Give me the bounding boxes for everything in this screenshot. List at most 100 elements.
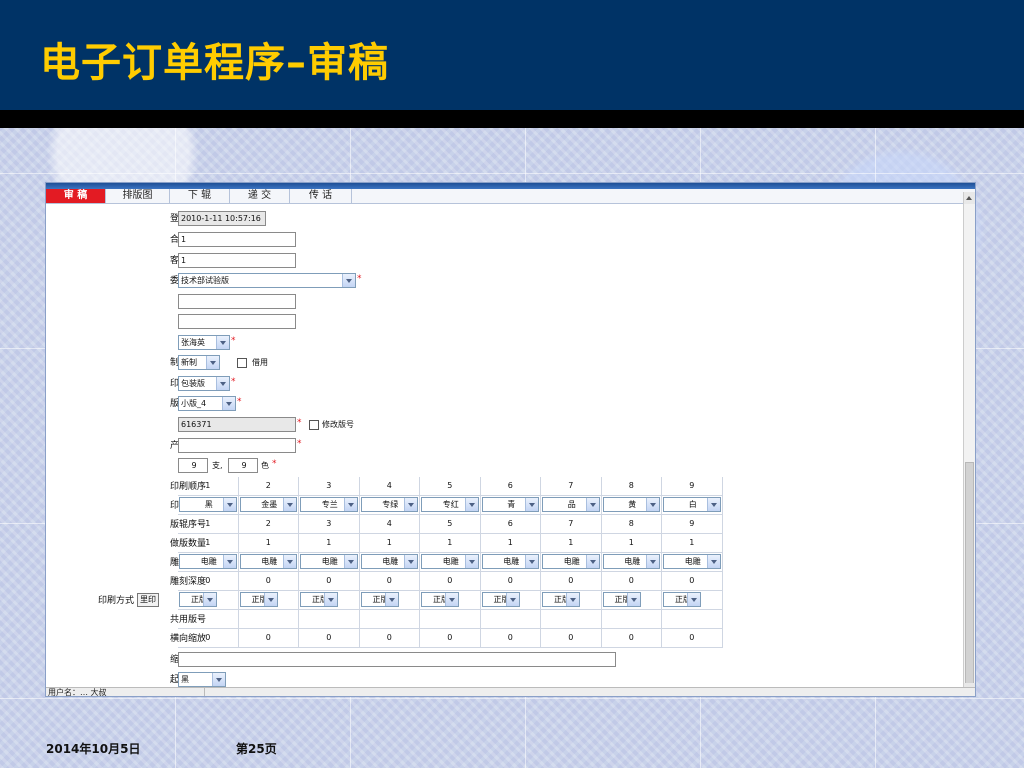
- print-mode-select[interactable]: 正版: [300, 592, 338, 607]
- engrave-method-select[interactable]: 电雕: [663, 554, 721, 569]
- grid-cell-plate-qty[interactable]: 1: [601, 534, 662, 553]
- grid-cell-roller-seq[interactable]: 1: [178, 515, 239, 534]
- engrave-method-select[interactable]: 电雕: [421, 554, 479, 569]
- client-plate-no-field[interactable]: 1: [178, 253, 296, 268]
- color-count-field[interactable]: 9: [228, 458, 258, 473]
- tab-layout[interactable]: 排版图: [106, 189, 170, 203]
- contract-no-field[interactable]: 1: [178, 232, 296, 247]
- print-mode-select[interactable]: 正版: [421, 592, 459, 607]
- grid-cell-engrave-method[interactable]: 电雕: [420, 553, 481, 572]
- print-color-select[interactable]: 黄: [602, 497, 660, 512]
- engrave-method-select[interactable]: 电雕: [360, 554, 418, 569]
- grid-cell-roller-seq[interactable]: 6: [480, 515, 541, 534]
- grid-cell-print-color[interactable]: 青: [480, 496, 541, 515]
- grid-cell-plate-qty[interactable]: 1: [238, 534, 299, 553]
- grid-cell-engrave-method[interactable]: 电雕: [601, 553, 662, 572]
- print-mode-select[interactable]: 正版: [602, 592, 641, 607]
- grid-cell-plate-qty[interactable]: 1: [359, 534, 420, 553]
- grid-cell-plate-qty[interactable]: 1: [662, 534, 723, 553]
- grid-cell-engrave-method[interactable]: 电雕: [178, 553, 239, 572]
- grid-cell-h-scale[interactable]: 0: [299, 629, 360, 648]
- grid-cell-plate-qty[interactable]: 1: [541, 534, 602, 553]
- grid-cell-roller-seq[interactable]: 9: [662, 515, 723, 534]
- grid-cell-engrave-method[interactable]: 电雕: [662, 553, 723, 572]
- grid-cell-print-color[interactable]: 白: [662, 496, 723, 515]
- grid-cell-print-mode[interactable]: 正版: [480, 591, 541, 610]
- register-time-field[interactable]: 2010-1-11 10:57:16: [178, 211, 266, 226]
- grid-cell-h-scale[interactable]: 0: [541, 629, 602, 648]
- roller-count-field[interactable]: 9: [178, 458, 208, 473]
- tab-submit[interactable]: 递 交: [230, 189, 290, 203]
- borrow-checkbox[interactable]: [237, 358, 247, 368]
- grid-cell-engrave-depth[interactable]: 0: [541, 572, 602, 591]
- plate-no-field[interactable]: 616371: [178, 417, 296, 432]
- grid-cell-print-color[interactable]: 品: [541, 496, 602, 515]
- print-color-select[interactable]: 黑: [179, 497, 237, 512]
- grid-cell-print-color[interactable]: 专绿: [359, 496, 420, 515]
- scale-note-field[interactable]: [178, 652, 616, 667]
- grid-cell-print-color[interactable]: 黑: [178, 496, 239, 515]
- grid-cell-roller-seq[interactable]: 7: [541, 515, 602, 534]
- grid-cell-engrave-depth[interactable]: 0: [238, 572, 299, 591]
- grid-cell-print-color[interactable]: 金墨: [238, 496, 299, 515]
- tab-roller[interactable]: 下 辊: [170, 189, 230, 203]
- print-color-select[interactable]: 金墨: [239, 497, 297, 512]
- grid-cell-engrave-method[interactable]: 电雕: [238, 553, 299, 572]
- modify-plate-no-checkbox[interactable]: [309, 420, 319, 430]
- grid-cell-plate-qty[interactable]: 1: [178, 534, 239, 553]
- client-unit-select[interactable]: 技术部试验版: [178, 273, 356, 288]
- vertical-scrollbar[interactable]: [963, 192, 975, 695]
- grid-cell-h-scale[interactable]: 0: [480, 629, 541, 648]
- grid-cell-plate-qty[interactable]: 1: [420, 534, 481, 553]
- engrave-method-select[interactable]: 电雕: [602, 554, 660, 569]
- grid-cell-engrave-depth[interactable]: 0: [601, 572, 662, 591]
- print-color-select[interactable]: 专红: [421, 497, 479, 512]
- product-name-field[interactable]: [178, 438, 296, 453]
- contact-field[interactable]: [178, 294, 296, 309]
- grid-cell-engrave-depth[interactable]: 0: [178, 572, 239, 591]
- grid-cell-roller-seq[interactable]: 5: [420, 515, 481, 534]
- grid-cell-h-scale[interactable]: 0: [420, 629, 481, 648]
- grid-cell-print-mode[interactable]: 正版: [662, 591, 723, 610]
- grid-cell-roller-seq[interactable]: 8: [601, 515, 662, 534]
- grid-cell-print-mode[interactable]: 正版: [299, 591, 360, 610]
- grid-cell-roller-seq[interactable]: 3: [299, 515, 360, 534]
- grid-cell-print-color[interactable]: 专兰: [299, 496, 360, 515]
- phone-field[interactable]: [178, 314, 296, 329]
- scroll-thumb[interactable]: [965, 462, 974, 684]
- scroll-up-icon[interactable]: [964, 192, 975, 204]
- print-mode-select[interactable]: 正版: [360, 592, 399, 607]
- engrave-method-select[interactable]: 电雕: [239, 554, 297, 569]
- grid-cell-roller-seq[interactable]: 2: [238, 515, 299, 534]
- grid-cell-print-mode[interactable]: 正版: [420, 591, 481, 610]
- print-color-select[interactable]: 专兰: [300, 497, 358, 512]
- print-color-select[interactable]: 白: [663, 497, 721, 512]
- engrave-method-select[interactable]: 电雕: [300, 554, 358, 569]
- grid-cell-print-mode[interactable]: 正版: [238, 591, 299, 610]
- grid-cell-plate-qty[interactable]: 1: [299, 534, 360, 553]
- grid-cell-print-color[interactable]: 黄: [601, 496, 662, 515]
- print-mode-select[interactable]: 正版: [179, 592, 217, 607]
- plate-method-select[interactable]: 新制: [178, 355, 220, 370]
- print-mode-select[interactable]: 正版: [239, 592, 278, 607]
- grid-cell-plate-qty[interactable]: 1: [480, 534, 541, 553]
- print-color-select[interactable]: 青: [481, 497, 539, 512]
- grid-cell-engrave-depth[interactable]: 0: [420, 572, 481, 591]
- back-print-button[interactable]: 里印: [137, 593, 159, 607]
- engrave-method-select[interactable]: 电雕: [179, 554, 237, 569]
- tab-review[interactable]: 审 稿: [46, 189, 106, 203]
- grid-cell-print-mode[interactable]: 正版: [601, 591, 662, 610]
- engrave-method-select[interactable]: 电雕: [481, 554, 539, 569]
- grid-cell-roller-seq[interactable]: 4: [359, 515, 420, 534]
- grid-cell-engrave-depth[interactable]: 0: [662, 572, 723, 591]
- engrave-method-select[interactable]: 电雕: [542, 554, 600, 569]
- roller-type-select[interactable]: 小版_4: [178, 396, 236, 411]
- grid-cell-engrave-depth[interactable]: 0: [359, 572, 420, 591]
- grid-cell-print-mode[interactable]: 正版: [359, 591, 420, 610]
- grid-cell-print-mode[interactable]: 正版: [178, 591, 239, 610]
- grid-cell-engrave-method[interactable]: 电雕: [359, 553, 420, 572]
- print-color-select[interactable]: 品: [542, 497, 600, 512]
- start-color-select[interactable]: 黑: [178, 672, 226, 687]
- grid-cell-engrave-depth[interactable]: 0: [299, 572, 360, 591]
- salesman-select[interactable]: 张海英: [178, 335, 230, 350]
